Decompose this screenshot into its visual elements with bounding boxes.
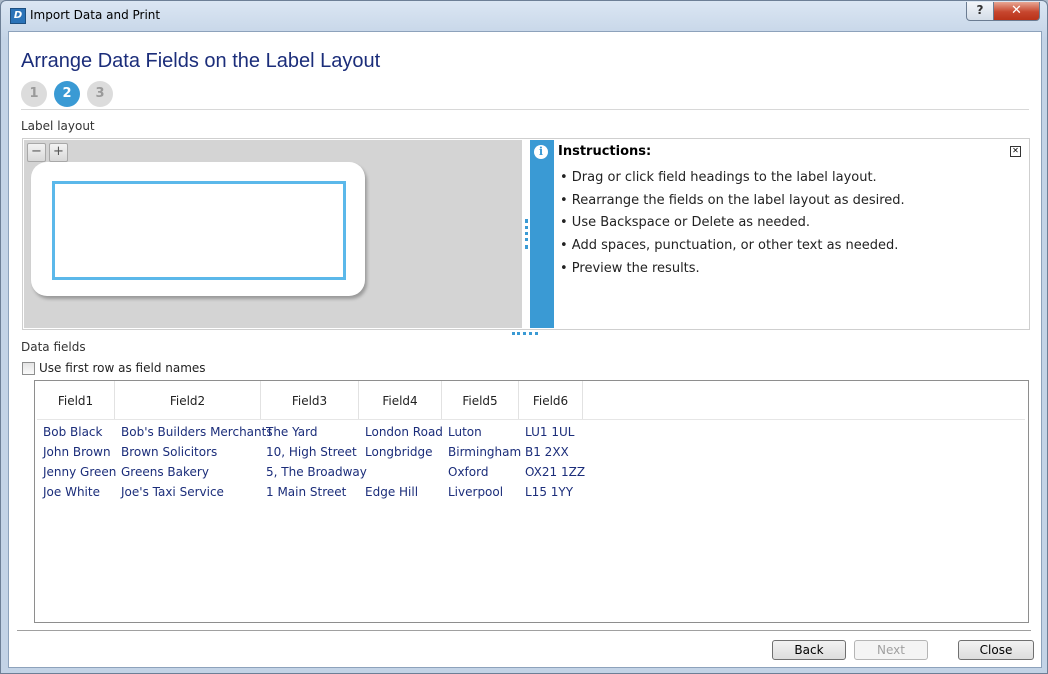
- label-drop-area[interactable]: [52, 181, 346, 280]
- grid-cell: London Road: [365, 425, 443, 439]
- grid-cell: Longbridge: [365, 445, 433, 459]
- zoom-in-icon[interactable]: +: [49, 143, 68, 162]
- instruction-item: • Preview the results.: [560, 260, 700, 276]
- header-divider: [37, 419, 1025, 420]
- column-header-field4[interactable]: Field4: [359, 381, 442, 419]
- close-button[interactable]: Close: [958, 640, 1034, 660]
- grid-cell: Luton: [448, 425, 482, 439]
- grid-cell: Liverpool: [448, 485, 504, 499]
- instruction-item: • Use Backspace or Delete as needed.: [560, 215, 811, 231]
- grid-cell: Birmingham: [448, 445, 522, 459]
- grid-cell: 5, The Broadway: [266, 465, 367, 479]
- column-header-field5[interactable]: Field5: [442, 381, 519, 419]
- help-button[interactable]: ?: [966, 2, 994, 21]
- grid-cell: Joe's Taxi Service: [121, 485, 224, 499]
- window-close-button[interactable]: ✕: [993, 2, 1040, 21]
- step-1[interactable]: 1: [21, 81, 47, 107]
- grid-cell: B1 2XX: [525, 445, 569, 459]
- label-canvas[interactable]: − +: [24, 140, 522, 328]
- back-button[interactable]: Back: [772, 640, 846, 660]
- window-title: Import Data and Print: [30, 8, 161, 22]
- data-fields-heading: Data fields: [21, 340, 86, 354]
- grid-cell: Joe White: [43, 485, 100, 499]
- data-grid: Field1 Field2 Field3 Field4 Field5 Field…: [34, 380, 1029, 623]
- grid-cell: LU1 1UL: [525, 425, 575, 439]
- grid-cell: OX21 1ZZ: [525, 465, 586, 479]
- grid-cell: Greens Bakery: [121, 465, 209, 479]
- grid-cell: 1 Main Street: [266, 485, 347, 499]
- close-icon[interactable]: ✕: [1010, 146, 1021, 157]
- label-layout-heading: Label layout: [21, 119, 95, 133]
- title-bar[interactable]: D Import Data and Print ? ✕: [1, 1, 1047, 31]
- instruction-item: • Drag or click field headings to the la…: [560, 170, 877, 185]
- header-divider: [21, 109, 1029, 110]
- grid-cell: L15 1YY: [525, 485, 574, 499]
- grid-cell: John Brown: [43, 445, 111, 459]
- footer-divider: [17, 630, 1031, 631]
- dialog-content: Arrange Data Fields on the Label Layout …: [8, 31, 1042, 668]
- app-logo-icon: D: [10, 8, 26, 24]
- column-header-field3[interactable]: Field3: [261, 381, 359, 419]
- column-header-field2[interactable]: Field2: [115, 381, 261, 419]
- column-header-field1[interactable]: Field1: [37, 381, 115, 419]
- grid-cell: Edge Hill: [365, 485, 419, 499]
- grid-cell: 10, High Street: [266, 445, 357, 459]
- grid-cell: Oxford: [448, 465, 489, 479]
- info-strip: i: [530, 140, 554, 328]
- info-icon: i: [534, 145, 548, 159]
- label-preview: [31, 162, 365, 296]
- instructions-list: • Drag or click field headings to the la…: [560, 170, 905, 283]
- grid-cell: Bob's Builders Merchants: [121, 425, 273, 439]
- step-2[interactable]: 2: [54, 81, 80, 107]
- instructions-title: Instructions:: [558, 144, 652, 159]
- next-button[interactable]: Next: [854, 640, 928, 660]
- page-title: Arrange Data Fields on the Label Layout: [21, 50, 381, 72]
- grid-cell: Brown Solicitors: [121, 445, 218, 459]
- instruction-item: • Add spaces, punctuation, or other text…: [560, 238, 899, 254]
- use-first-row-label[interactable]: Use first row as field names: [39, 361, 206, 375]
- grid-cell: The Yard: [266, 425, 318, 439]
- zoom-out-icon[interactable]: −: [27, 143, 46, 162]
- grid-cell: Bob Black: [43, 425, 103, 439]
- dialog-window: D Import Data and Print ? ✕ Arrange Data…: [0, 0, 1048, 674]
- instruction-item: • Rearrange the fields on the label layo…: [560, 192, 905, 208]
- grid-cell: Jenny Green: [43, 465, 117, 479]
- use-first-row-checkbox[interactable]: [22, 362, 35, 375]
- label-layout-panel: − + i Instructions: ✕ • Drag or click fi…: [22, 138, 1030, 330]
- column-header-field6[interactable]: Field6: [519, 381, 583, 419]
- instructions-panel: Instructions: ✕ • Drag or click field he…: [558, 140, 1026, 328]
- horizontal-splitter-handle[interactable]: [512, 332, 538, 335]
- step-3[interactable]: 3: [87, 81, 113, 107]
